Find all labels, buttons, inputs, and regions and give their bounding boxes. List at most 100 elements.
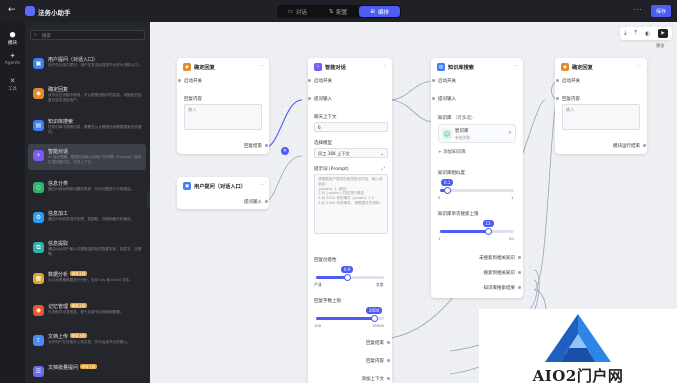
reply-content-field[interactable]: 输入	[562, 104, 640, 130]
search-limit-slider[interactable]: 13	[440, 220, 514, 235]
tab-flow[interactable]: ⊞ 编排	[359, 6, 401, 17]
slider-max: 20	[509, 236, 514, 241]
prompt-textarea[interactable]: 请根据用户提供的相关知识内容，输入信息后： {quote} 1. 例如： 1.对…	[314, 174, 388, 234]
chart-icon: ▦	[33, 273, 44, 284]
slider-max: 1	[511, 195, 514, 200]
top-bar: ← 法务小助手 ▭ 对话 ⇅ 配置 ⊞ 编排 ··· 保存	[0, 0, 677, 22]
more-icon[interactable]: ⋯	[259, 63, 264, 69]
save-button[interactable]: 保存	[651, 5, 671, 17]
max-tokens-slider[interactable]: 2000	[316, 307, 384, 322]
more-icon[interactable]: ···	[633, 6, 643, 14]
slider-value: 0.9	[341, 266, 354, 273]
panel-node-batch-question[interactable]: ☰ 文档批量提问 即将上线	[28, 360, 146, 383]
panel-node-fixed-reply[interactable]: ◆ 确定回复 该节点在流程中使用，可以根据流程中的变量，将固定的回复内容发送给用…	[28, 82, 146, 108]
fit-icon[interactable]: ◐	[645, 31, 650, 37]
context-input[interactable]: 6	[314, 122, 388, 132]
output-handle[interactable]: 回复结束	[366, 340, 390, 346]
arrow-left-icon[interactable]: ←	[8, 5, 16, 15]
node-user-question[interactable]: ▣ 用户提问（对话入口） ⋯ 提问输入	[177, 177, 269, 209]
slider-max: 发散	[376, 282, 384, 287]
panel-node-process[interactable]: ⚙ 信息加工 通过AI对信息进行处理，如抽取、归纳和格式化输出。	[28, 206, 146, 232]
trigger-handle[interactable]: 启动开关	[556, 78, 580, 84]
slider-max: 15000	[372, 323, 385, 328]
input-handle[interactable]: 提问输入	[432, 96, 456, 102]
slider-value: 13	[482, 220, 494, 227]
upload-icon[interactable]: ⤒	[635, 30, 637, 37]
kb-item[interactable]: ☺ 智识库 有效关联 ×	[438, 124, 516, 143]
sparkle-icon: ✦	[9, 52, 16, 60]
search-input[interactable]: ⌕ 搜索	[30, 30, 145, 40]
reply-content-field[interactable]: 输入	[184, 104, 262, 130]
trigger-handle[interactable]: 启动开关	[432, 78, 456, 84]
output-handle[interactable]: 添加上下文	[362, 376, 390, 382]
node-kb-search[interactable]: ▤ 知识库搜索 ⋯ 启动开关 提问输入 知识库 （可多选） ☺ 智识库 有效关联 …	[431, 58, 523, 298]
coming-soon-badge: 即将上线	[70, 303, 88, 308]
tab-chat[interactable]: ▭ 对话	[277, 5, 318, 18]
add-kb-button[interactable]: + 添加知识库	[438, 149, 466, 155]
chat-icon: ▣	[33, 58, 44, 69]
trigger-handle[interactable]: 启动开关	[308, 78, 332, 84]
more-icon[interactable]: ⋯	[513, 63, 518, 69]
chat-icon: ▭	[287, 8, 293, 15]
similarity-slider[interactable]: 0.1	[440, 179, 514, 194]
panel-node-classify[interactable]: ◇ 信息分类 通过AI自动判断问题的类型，可对问题进行分类路由。	[28, 176, 146, 202]
field-label: 提示词 (Prompt)	[314, 167, 349, 172]
play-icon[interactable]: ▶	[657, 29, 668, 38]
slider-fill	[440, 230, 488, 233]
node-fixed-reply-2[interactable]: ◆ 确定回复 ⋯ 启动开关 回复内容 输入 模块运行结束	[555, 58, 647, 154]
output-handle[interactable]: 未搜索到相关知识	[479, 255, 521, 261]
slider-fill	[316, 317, 374, 320]
node-fixed-reply-1[interactable]: ◆ 确定回复 ⋯ 启动开关 回复内容 输入 回复结束	[177, 58, 269, 154]
ai-icon: ✧	[314, 63, 322, 71]
sliders-icon: ⇅	[328, 8, 334, 15]
panel-node-ai-chat[interactable]: ✧ 智能对话 AI 自动理解，根据内容输入和用户的问题（Prompt）自动生成回…	[28, 144, 146, 170]
output-handle[interactable]: 回复内容	[366, 358, 390, 364]
expand-icon[interactable]: ⤢	[381, 166, 385, 172]
output-handle[interactable]: 回复结束	[244, 143, 268, 149]
slider-value: 0.1	[441, 179, 454, 186]
slider-value: 2000	[366, 307, 383, 314]
more-icon[interactable]: ⋯	[637, 63, 642, 69]
canvas-toolbar: ⤓ ⤒ ◐ ▶	[620, 27, 672, 40]
slider-knob[interactable]	[444, 187, 451, 194]
download-icon[interactable]: ⤓	[624, 30, 626, 37]
panel-node-data-analysis[interactable]: ▦ 数据分析 即将上线 可以对表格数据进行分析，支持 csv 和 Excel 文件…	[28, 267, 146, 293]
panel-node-memory[interactable]: ◉ 记忆管理 即将上线 在流程中记录信息，便于后续节点使用和管理。	[28, 299, 146, 325]
slider-knob[interactable]	[344, 274, 351, 281]
temperature-slider[interactable]: 0.9	[316, 266, 384, 281]
upload-icon: ⇪	[33, 335, 44, 346]
rail-item-tools[interactable]: ✕ 工具	[0, 77, 25, 92]
output-handle[interactable]: 模块运行结束	[613, 143, 646, 149]
output-handle[interactable]: 提问输入	[244, 199, 268, 205]
node-ai-chat[interactable]: ✧ 智能对话 ⋯ 启动开关 提问输入 聊天上下文 6 选择模型 风工 16K 上下…	[308, 58, 392, 383]
field-label: 回复字数上限	[314, 299, 341, 304]
slider-min: 严谨	[314, 282, 322, 287]
close-icon[interactable]: ×	[508, 130, 512, 136]
output-handle[interactable]: 搜索到相关知识	[484, 270, 521, 276]
input-handle[interactable]: 回复内容	[556, 96, 580, 102]
reply-icon: ◆	[183, 63, 191, 71]
panel-node-user-question[interactable]: ▣ 用户提问（对话入口） 用户在对话中提问，用户在发送后将该节点作为流程入口。	[28, 52, 146, 78]
model-select[interactable]: 风工 16K 上下文 ⌄	[314, 148, 388, 158]
preview-label: 预览	[656, 43, 665, 48]
more-icon[interactable]: ⋯	[259, 182, 264, 188]
left-rail: ⬢ 模块 ✦ Agents ✕ 工具	[0, 22, 25, 383]
slider-min: 0	[438, 195, 441, 200]
slider-knob[interactable]	[485, 228, 492, 235]
memory-icon: ◉	[33, 305, 44, 316]
panel-node-doc-upload[interactable]: ⇪ 文档上传 即将上线 允许用户在对话中上传文档，作为后续节点的输入。	[28, 329, 146, 355]
classify-icon: ◇	[33, 182, 44, 193]
input-handle[interactable]: 提问输入	[308, 96, 332, 102]
output-handle[interactable]: 知识库搜索结果	[484, 285, 521, 291]
close-icon[interactable]: ✕	[281, 147, 289, 155]
panel-node-kb-search[interactable]: ▤ 知识库搜索 在知识库中搜索内容，需要先从大模型检索需要搜索的关键词。	[28, 114, 146, 140]
slider-knob[interactable]	[371, 315, 378, 322]
rail-item-agents[interactable]: ✦ Agents	[0, 52, 25, 66]
panel-node-extract[interactable]: ⧉ 信息提取 通过AI从用户输入中提取结构化的数据字段，如姓名、日期等。	[28, 236, 146, 262]
rail-item-modules[interactable]: ⬢ 模块	[0, 31, 25, 46]
more-icon[interactable]: ⋯	[382, 63, 387, 69]
tab-config[interactable]: ⇅ 配置	[318, 5, 359, 18]
ai-icon: ✧	[33, 150, 44, 161]
mode-switcher: ▭ 对话 ⇅ 配置 ⊞ 编排	[277, 5, 401, 18]
trigger-handle[interactable]: 启动开关	[178, 78, 202, 84]
